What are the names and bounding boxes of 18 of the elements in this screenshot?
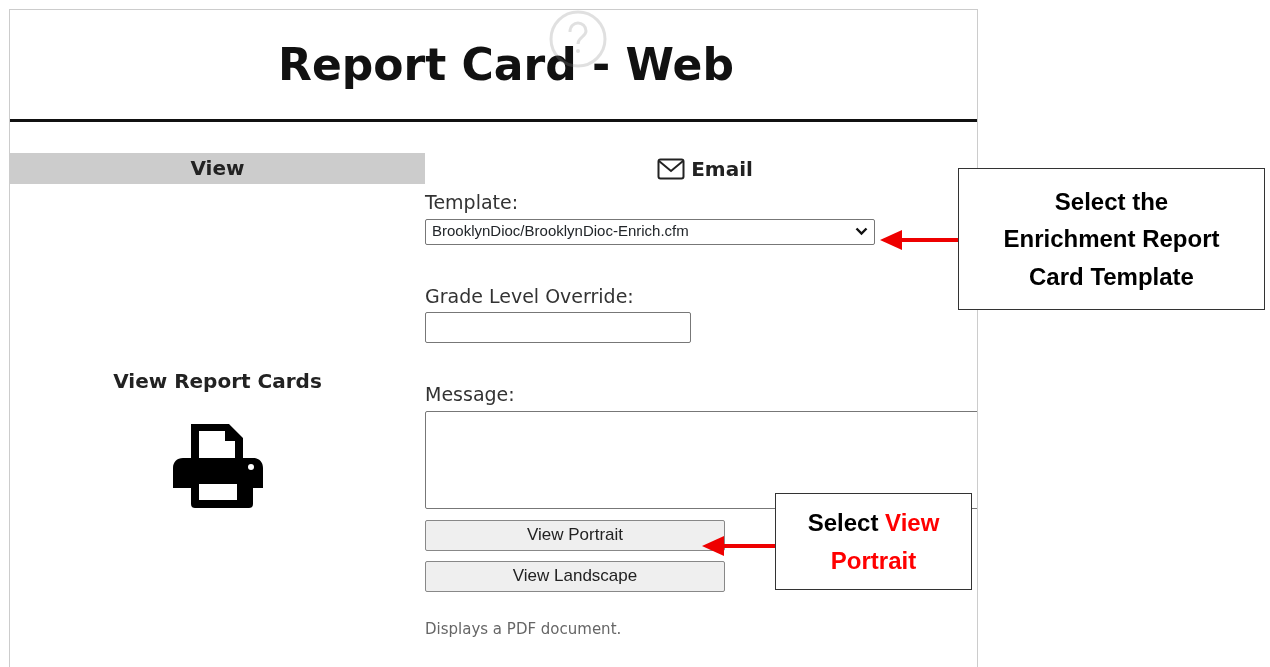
- template-dropdown[interactable]: BrooklynDioc/BrooklynDioc-Enrich.cfm: [425, 218, 875, 245]
- printer-icon: [170, 422, 265, 508]
- envelope-icon: [657, 157, 686, 180]
- input-field[interactable]: [425, 312, 691, 343]
- help-text: Displays a PDF document.: [425, 619, 622, 638]
- field-label: Message:: [425, 382, 515, 407]
- view-button[interactable]: View Portrait: [425, 519, 725, 551]
- message-field[interactable]: [425, 410, 977, 509]
- page-title: Report Card - Web: [10, 10, 977, 122]
- field-label: Template:: [425, 190, 519, 215]
- view-label: View Report Cards: [113, 369, 322, 393]
- view-button[interactable]: View Landscape: [425, 560, 725, 592]
- section-header: Email: [691, 155, 753, 183]
- section-header: View: [10, 153, 425, 184]
- callout: Select View Portrait: [775, 493, 972, 590]
- callout: Select the Enrichment Report Card Template: [958, 168, 1265, 310]
- field-label: Grade Level Override:: [425, 283, 634, 309]
- chevron-icon: [855, 227, 868, 236]
